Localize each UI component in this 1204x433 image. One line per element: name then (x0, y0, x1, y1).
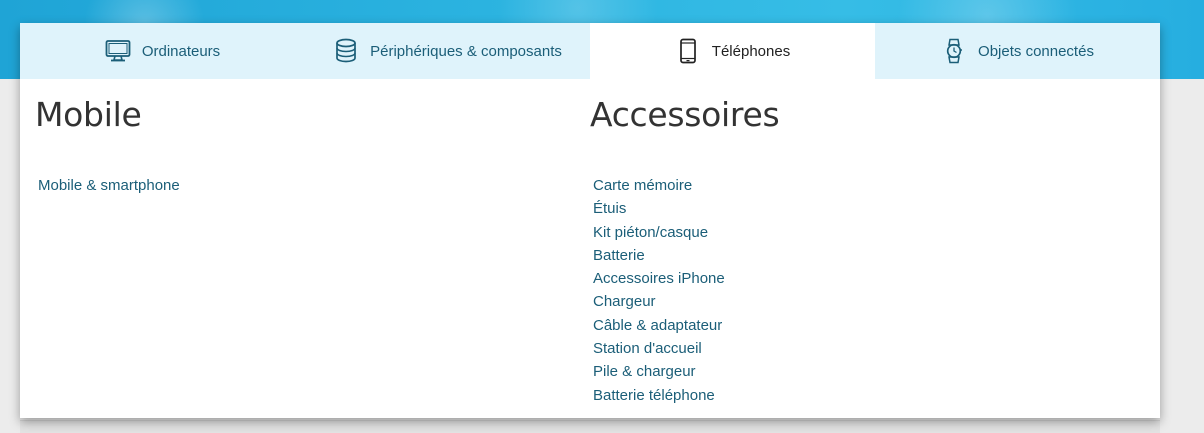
list-item: Chargeur (593, 290, 1130, 313)
link-list: Mobile & smartphone (35, 135, 575, 197)
menu-link[interactable]: Accessoires iPhone (593, 270, 725, 287)
column-title: Mobile (35, 95, 142, 134)
tab-label: Téléphones (711, 42, 791, 60)
list-item: Pile & chargeur (593, 360, 1130, 383)
list-item: Batterie téléphone (593, 384, 1130, 407)
list-item: Kit piéton/casque (593, 221, 1130, 244)
column-accessoires: Accessoires Carte mémoire Étuis Kit piét… (590, 79, 1130, 407)
smartphone-icon (675, 38, 701, 64)
menu-link[interactable]: Carte mémoire (593, 177, 692, 194)
tab-label: Objets connectés (978, 42, 1094, 60)
list-item: Câble & adaptateur (593, 314, 1130, 337)
tab-objets-connectes[interactable]: Objets connectés (875, 23, 1160, 79)
menu-link[interactable]: Chargeur (593, 293, 656, 310)
tab-peripheriques-composants[interactable]: Périphériques & composants (305, 23, 590, 79)
column-mobile: Mobile Mobile & smartphone (35, 79, 575, 197)
tab-label: Périphériques & composants (370, 42, 562, 60)
list-item: Carte mémoire (593, 174, 1130, 197)
category-tabs: Ordinateurs Périphériques & composants T… (20, 23, 1160, 79)
menu-link[interactable]: Étuis (593, 200, 626, 217)
database-icon (333, 38, 359, 64)
menu-content: Mobile Mobile & smartphone Accessoires C… (20, 79, 1160, 418)
list-item: Étuis (593, 197, 1130, 220)
column-title: Accessoires (590, 95, 780, 134)
list-item: Mobile & smartphone (38, 174, 575, 197)
mega-menu: Ordinateurs Périphériques & composants T… (20, 23, 1160, 418)
menu-link[interactable]: Batterie téléphone (593, 387, 715, 404)
tab-ordinateurs[interactable]: Ordinateurs (20, 23, 305, 79)
tab-telephones[interactable]: Téléphones (590, 23, 875, 79)
menu-link[interactable]: Batterie (593, 247, 645, 264)
list-item: Accessoires iPhone (593, 267, 1130, 290)
menu-link[interactable]: Kit piéton/casque (593, 224, 708, 241)
menu-link[interactable]: Station d'accueil (593, 340, 702, 357)
list-item: Station d'accueil (593, 337, 1130, 360)
menu-link[interactable]: Mobile & smartphone (38, 177, 180, 194)
tab-label: Ordinateurs (141, 42, 221, 60)
link-list: Carte mémoire Étuis Kit piéton/casque Ba… (590, 135, 1130, 407)
menu-link[interactable]: Pile & chargeur (593, 363, 696, 380)
monitor-icon (105, 38, 131, 64)
smartwatch-icon (941, 38, 967, 64)
menu-link[interactable]: Câble & adaptateur (593, 317, 722, 334)
list-item: Batterie (593, 244, 1130, 267)
page-content-strip (20, 420, 1160, 433)
